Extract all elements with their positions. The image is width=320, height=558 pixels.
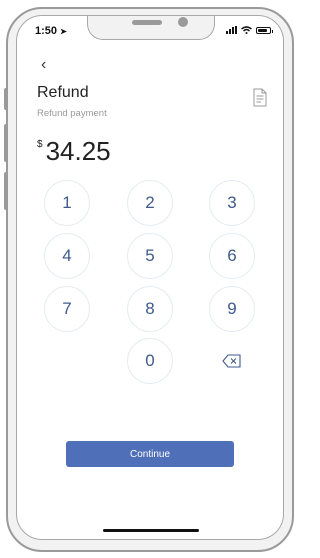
volume-down-button	[4, 172, 8, 210]
currency-symbol: $	[37, 139, 43, 150]
status-icons	[226, 26, 273, 34]
amount-display: $ 34.25	[37, 136, 111, 167]
signal-icon	[226, 26, 237, 34]
key-0[interactable]: 0	[127, 338, 173, 384]
key-7[interactable]: 7	[44, 286, 90, 332]
key-1[interactable]: 1	[44, 180, 90, 226]
key-9[interactable]: 9	[209, 286, 255, 332]
key-8[interactable]: 8	[127, 286, 173, 332]
receipt-icon[interactable]	[251, 88, 269, 108]
screen: 1:50 ➤ ‹ Refund Refund payment $ 34.25 1…	[16, 15, 284, 540]
key-3[interactable]: 3	[209, 180, 255, 226]
mute-switch	[4, 88, 8, 110]
amount-value: 34.25	[45, 136, 111, 166]
backspace-icon[interactable]	[222, 354, 242, 368]
camera	[178, 17, 188, 27]
speaker	[132, 20, 162, 25]
home-indicator[interactable]	[103, 529, 199, 532]
volume-up-button	[4, 124, 8, 162]
battery-icon	[256, 26, 273, 34]
page-title: Refund	[37, 84, 89, 101]
chevron-left-icon[interactable]: ‹	[41, 56, 46, 74]
key-5[interactable]: 5	[127, 233, 173, 279]
notch	[87, 16, 215, 40]
key-2[interactable]: 2	[127, 180, 173, 226]
key-4[interactable]: 4	[44, 233, 90, 279]
wifi-icon	[241, 26, 252, 34]
status-time: 1:50 ➤	[35, 25, 67, 37]
location-arrow-icon: ➤	[60, 27, 67, 36]
page-subtitle: Refund payment	[37, 108, 107, 119]
status-time-text: 1:50	[35, 25, 58, 37]
continue-button[interactable]: Continue	[66, 441, 234, 467]
key-6[interactable]: 6	[209, 233, 255, 279]
